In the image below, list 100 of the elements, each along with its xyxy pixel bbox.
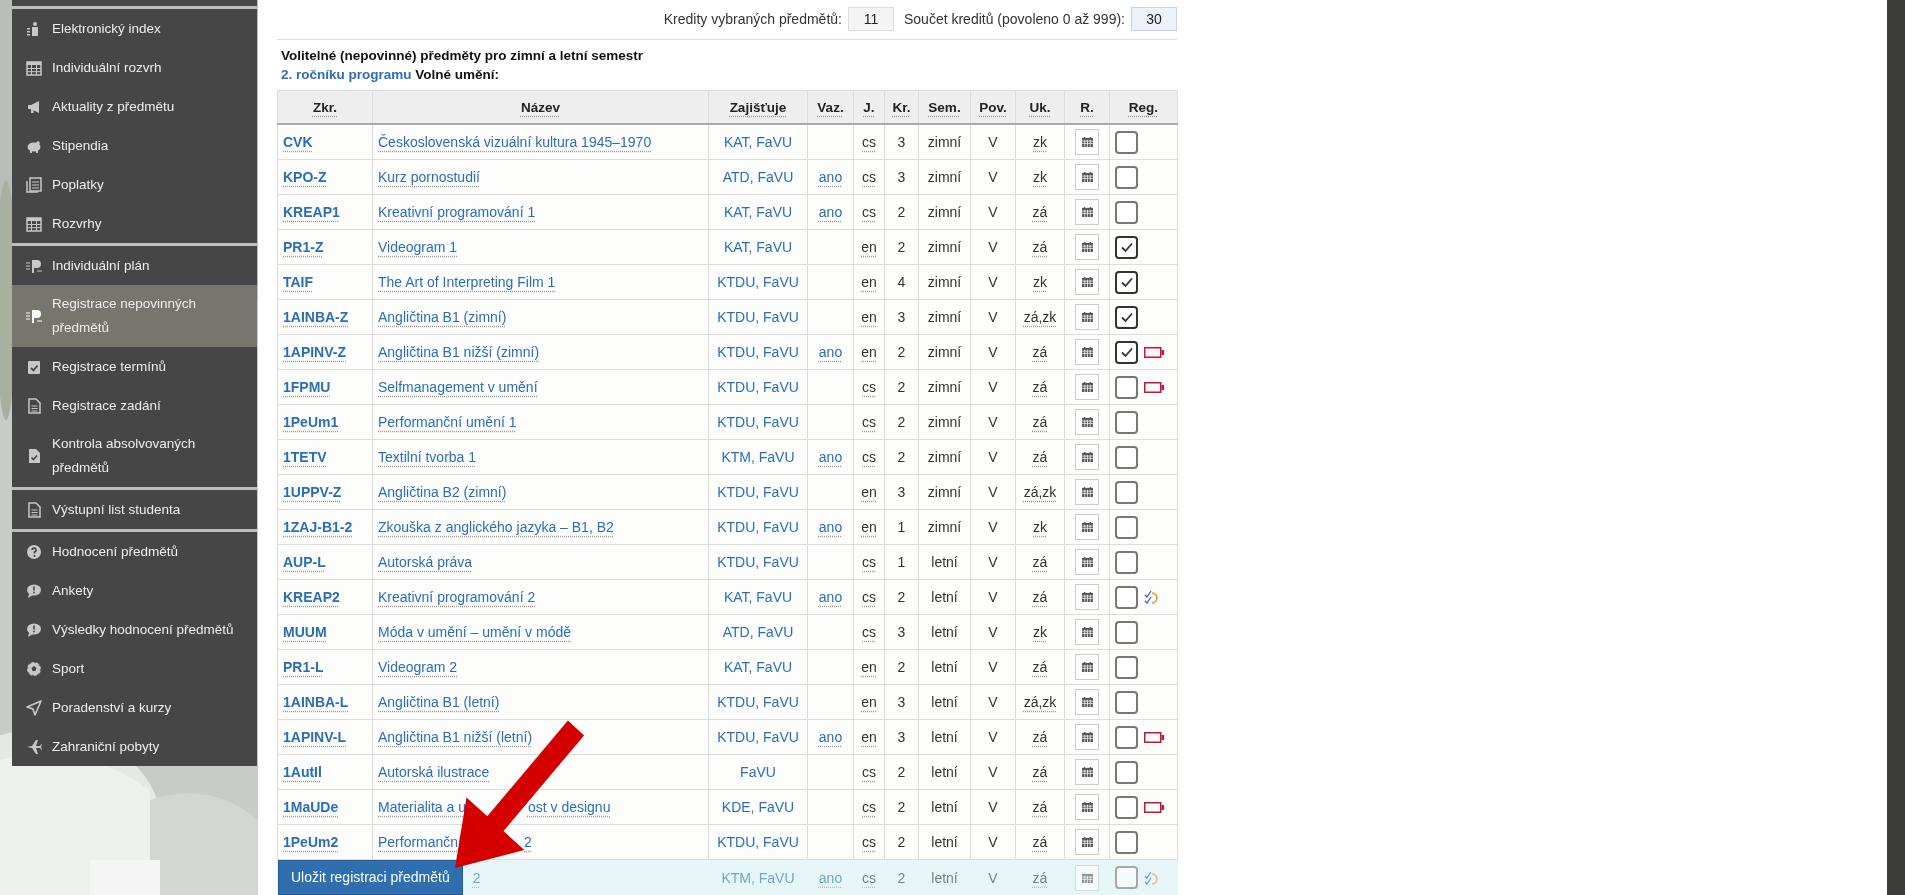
schedule-button[interactable] bbox=[1075, 234, 1099, 260]
schedule-button[interactable] bbox=[1075, 829, 1099, 855]
registration-checkbox[interactable] bbox=[1115, 165, 1138, 189]
sidebar-item[interactable]: Registrace termínů bbox=[12, 347, 257, 386]
course-code-link[interactable]: PR1-L bbox=[283, 659, 324, 675]
course-name-link[interactable]: Textilní tvorba 1 bbox=[378, 449, 477, 465]
course-name-link[interactable]: ost v designu bbox=[527, 799, 611, 815]
column-header[interactable]: R. bbox=[1064, 90, 1110, 124]
registration-checkbox[interactable] bbox=[1115, 235, 1138, 259]
column-header[interactable]: Sem. bbox=[918, 90, 971, 124]
sidebar-item[interactable]: Individuální plán bbox=[12, 246, 257, 285]
registration-checkbox[interactable] bbox=[1115, 585, 1138, 609]
course-code-link[interactable]: PR1-Z bbox=[283, 239, 324, 255]
ball-icon bbox=[26, 660, 42, 677]
schedule-button[interactable] bbox=[1075, 409, 1099, 435]
column-header[interactable]: J. bbox=[853, 90, 885, 124]
credits-cell: 2 bbox=[897, 869, 906, 886]
registration-checkbox[interactable] bbox=[1115, 620, 1138, 644]
registration-checkbox[interactable] bbox=[1115, 200, 1138, 224]
registration-checkbox[interactable] bbox=[1115, 515, 1138, 539]
sidebar-item[interactable]: Aktuality z předmětu bbox=[12, 87, 257, 126]
credits-cell: 4 bbox=[897, 274, 906, 290]
course-name-link[interactable]: Angličtina B1 (letní) bbox=[378, 694, 500, 710]
schedule-button[interactable] bbox=[1075, 444, 1099, 470]
department-link[interactable]: FaVU bbox=[740, 764, 776, 780]
sidebar-item[interactable]: Rozvrhy bbox=[12, 204, 257, 243]
column-header[interactable]: Vaz. bbox=[807, 90, 854, 124]
course-name-link[interactable]: Performanční umění 1 bbox=[378, 414, 517, 430]
schedule-button[interactable] bbox=[1075, 339, 1099, 365]
schedule-button[interactable] bbox=[1075, 514, 1099, 540]
schedule-button[interactable] bbox=[1075, 759, 1099, 785]
column-header[interactable]: Uk. bbox=[1015, 90, 1065, 124]
course-code-link[interactable]: CVK bbox=[283, 134, 313, 150]
schedule-button[interactable] bbox=[1075, 374, 1099, 400]
course-name-link[interactable]: 2 bbox=[524, 834, 532, 850]
registration-checkbox[interactable] bbox=[1115, 480, 1138, 504]
sidebar-item[interactable]: Individuální rozvrh bbox=[12, 48, 257, 87]
program-link[interactable]: 2. ročníku programu bbox=[281, 67, 412, 82]
course-name-link[interactable]: Autorská práva bbox=[378, 554, 473, 570]
sidebar-item[interactable]: Stipendia bbox=[12, 126, 257, 165]
sidebar-item[interactable]: Sport bbox=[12, 649, 257, 688]
sidebar-item[interactable]: Elektronický index bbox=[12, 9, 257, 48]
sidebar-item[interactable]: Hodnocení předmětů bbox=[12, 532, 257, 571]
schedule-button[interactable] bbox=[1075, 479, 1099, 505]
sidebar-item[interactable]: Ankety bbox=[12, 571, 257, 610]
column-header[interactable]: Zkr. bbox=[277, 90, 373, 124]
schedule-button[interactable] bbox=[1075, 724, 1099, 750]
registration-checkbox[interactable] bbox=[1115, 375, 1138, 399]
registration-checkbox[interactable] bbox=[1115, 795, 1138, 819]
schedule-button[interactable] bbox=[1075, 794, 1099, 820]
sidebar-item[interactable]: Registrace zadání bbox=[12, 386, 257, 425]
registration-checkbox[interactable] bbox=[1115, 866, 1138, 889]
column-header[interactable]: Zajišťuje bbox=[708, 90, 808, 124]
course-name-link[interactable]: Angličtina B2 (zimní) bbox=[378, 484, 507, 500]
column-header[interactable]: Kr. bbox=[884, 90, 919, 124]
column-header[interactable]: Pov. bbox=[970, 90, 1016, 124]
registration-checkbox[interactable] bbox=[1115, 655, 1138, 679]
registration-checkbox[interactable] bbox=[1115, 270, 1138, 294]
registration-checkbox[interactable] bbox=[1115, 760, 1138, 784]
schedule-button[interactable] bbox=[1075, 654, 1099, 680]
sidebar-item[interactable]: Registrace nepovinných předmětů bbox=[12, 285, 257, 347]
schedule-button[interactable] bbox=[1075, 549, 1099, 575]
schedule-button[interactable] bbox=[1075, 199, 1099, 225]
sidebar-item[interactable]: Výsledky hodnocení předmětů bbox=[12, 610, 257, 649]
course-name-link[interactable]: Autorská ilustrace bbox=[378, 764, 490, 780]
sidebar-item[interactable]: Kontrola absolvovaných předmětů bbox=[12, 425, 257, 487]
course-name-link[interactable]: Videogram 2 bbox=[378, 659, 458, 675]
registration-checkbox[interactable] bbox=[1115, 305, 1138, 329]
sidebar-item[interactable]: Poradenství a kurzy bbox=[12, 688, 257, 727]
course-name-link[interactable]: Angličtina B1 (zimní) bbox=[378, 309, 507, 325]
column-header[interactable]: Název bbox=[372, 90, 709, 124]
course-code-link[interactable]: AUP-L bbox=[283, 554, 326, 570]
schedule-button[interactable] bbox=[1075, 269, 1099, 295]
registration-checkbox[interactable] bbox=[1115, 725, 1138, 749]
sidebar-item[interactable]: Zahraniční pobyty bbox=[12, 727, 257, 766]
schedule-button[interactable] bbox=[1075, 304, 1099, 330]
sidebar-item[interactable]: Výstupní list studenta bbox=[12, 490, 257, 529]
registration-checkbox[interactable] bbox=[1115, 445, 1138, 469]
completion-cell: zá bbox=[1032, 729, 1048, 745]
course-code-link[interactable]: 1AutIl bbox=[283, 764, 322, 780]
registration-checkbox[interactable] bbox=[1115, 130, 1138, 154]
registration-checkbox[interactable] bbox=[1115, 340, 1138, 364]
course-name-link[interactable]: Materialita a u bbox=[378, 799, 466, 815]
course-name-link[interactable]: Kurz pornostudií bbox=[378, 169, 480, 185]
registration-checkbox[interactable] bbox=[1115, 550, 1138, 574]
course-code-link[interactable]: TAIF bbox=[283, 274, 314, 290]
save-button[interactable]: Uložit registraci předmětů bbox=[278, 860, 463, 895]
registration-checkbox[interactable] bbox=[1115, 410, 1138, 434]
document-icon bbox=[26, 397, 42, 414]
schedule-button[interactable] bbox=[1075, 164, 1099, 190]
registration-checkbox[interactable] bbox=[1115, 830, 1138, 854]
course-name-link[interactable]: Videogram 1 bbox=[378, 239, 458, 255]
sidebar-item[interactable]: Poplatky bbox=[12, 165, 257, 204]
completion-cell: zk bbox=[1033, 134, 1047, 150]
schedule-button[interactable] bbox=[1075, 129, 1099, 155]
column-header[interactable]: Reg. bbox=[1109, 90, 1178, 124]
registration-checkbox[interactable] bbox=[1115, 690, 1138, 714]
schedule-button[interactable] bbox=[1075, 689, 1099, 715]
schedule-button[interactable] bbox=[1075, 584, 1099, 610]
schedule-button[interactable] bbox=[1075, 619, 1099, 645]
